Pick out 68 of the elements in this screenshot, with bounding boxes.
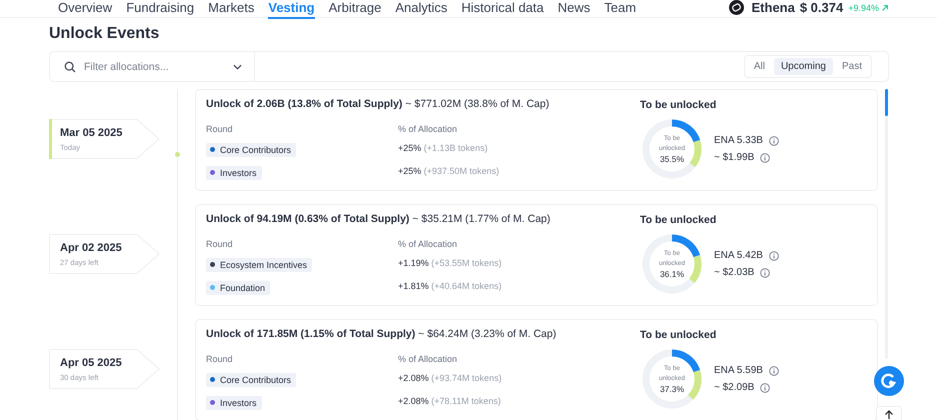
unlock-date: Apr 02 2025 <box>60 242 123 254</box>
side-title: To be unlocked <box>640 99 718 111</box>
period-tab[interactable]: All <box>746 58 772 75</box>
round-name: Investors <box>220 398 257 408</box>
round-name: Core Contributors <box>220 144 292 154</box>
nav-tab[interactable]: Vesting <box>268 0 315 19</box>
section-title: Unlock Events <box>49 25 160 43</box>
arrow-up-icon <box>884 410 894 420</box>
allocation-share: +2.08% (+93.74M tokens) <box>398 373 502 383</box>
column-header: % of Allocation <box>398 239 458 249</box>
info-icon[interactable] <box>760 268 770 278</box>
period-tab[interactable]: Upcoming <box>774 58 833 75</box>
donut-chart <box>640 117 704 181</box>
round-name: Core Contributors <box>220 374 292 384</box>
column-header: Round <box>206 124 234 134</box>
scroll-top-button[interactable] <box>876 406 902 420</box>
nav-tab[interactable]: Analytics <box>395 0 448 19</box>
round-name: Investors <box>220 168 257 178</box>
token-amount: ENA 5.59B <box>714 365 763 376</box>
donut-chart <box>640 232 704 296</box>
usd-value: ~ $1.99B <box>714 152 754 163</box>
unlock-headline: Unlock of 94.19M (0.63% of Total Supply) ~ $35.21M (1.77% of M. Cap) <box>206 213 552 225</box>
info-icon[interactable] <box>768 136 779 146</box>
usd-value: ~ $2.03B <box>714 267 754 278</box>
allocation-share: +1.19% (+53.55M tokens) <box>398 258 502 268</box>
token-amount: ENA 5.42B <box>714 250 763 261</box>
round-name: Foundation <box>220 282 266 292</box>
filter-field[interactable]: Filter allocations... <box>82 60 227 74</box>
side-title: To be unlocked <box>640 214 718 226</box>
arrow-up-right-icon <box>881 4 889 12</box>
info-icon[interactable] <box>760 152 770 162</box>
nav-tab[interactable]: Overview <box>58 0 112 19</box>
unlock-headline: Unlock of 2.06B (13.8% of Total Supply) ~ $771.02M (38.8% of M. Cap) <box>206 98 550 110</box>
column-header: Round <box>206 239 234 249</box>
nav-tab[interactable]: Arbitrage <box>328 0 382 19</box>
usd-value: ~ $2.09B <box>714 382 754 393</box>
allocation-share: +25% (+937.50M tokens) <box>398 166 500 176</box>
refresh-button[interactable] <box>874 366 904 396</box>
unlock-headline: Unlock of 171.85M (1.15% of Total Supply) ~ $64.24M (3.23% of M. Cap) <box>206 328 558 340</box>
nav-tab[interactable]: Fundraising <box>126 0 194 19</box>
unlock-date: Apr 05 2025 <box>60 356 123 368</box>
round-name: Ecosystem Incentives <box>220 260 308 270</box>
nav-tab[interactable]: Historical data <box>461 0 544 19</box>
search-icon <box>64 60 76 72</box>
donut-chart <box>640 347 704 411</box>
info-icon[interactable] <box>768 250 779 260</box>
nav-tab[interactable]: News <box>558 0 590 19</box>
info-icon[interactable] <box>760 382 770 392</box>
coin-price: $ 0.374 <box>800 0 844 15</box>
side-title: To be unlocked <box>640 329 718 341</box>
column-header: % of Allocation <box>398 354 458 364</box>
period-tab[interactable]: Past <box>834 58 869 75</box>
unlock-date: Mar 05 2025 <box>60 126 124 138</box>
price-change: +9.94% <box>848 2 879 12</box>
allocation-share: +2.08% (+78.11M tokens) <box>398 396 501 406</box>
donut-percent: 36.1% <box>660 268 684 279</box>
token-amount: ENA 5.33B <box>714 135 763 146</box>
donut-percent: 35.5% <box>660 154 684 164</box>
allocation-share: +25% (+1.13B tokens) <box>398 143 488 153</box>
info-icon[interactable] <box>768 366 779 376</box>
donut-percent: 37.3% <box>660 384 684 394</box>
chevron-down-icon <box>233 64 242 70</box>
nav-tab[interactable]: Team <box>604 0 636 19</box>
nav-tab[interactable]: Markets <box>208 0 254 19</box>
allocation-share: +1.81% (+40.64M tokens) <box>398 281 502 291</box>
column-header: % of Allocation <box>398 124 458 134</box>
coin-name: Ethena <box>752 0 795 15</box>
column-header: Round <box>206 354 234 364</box>
